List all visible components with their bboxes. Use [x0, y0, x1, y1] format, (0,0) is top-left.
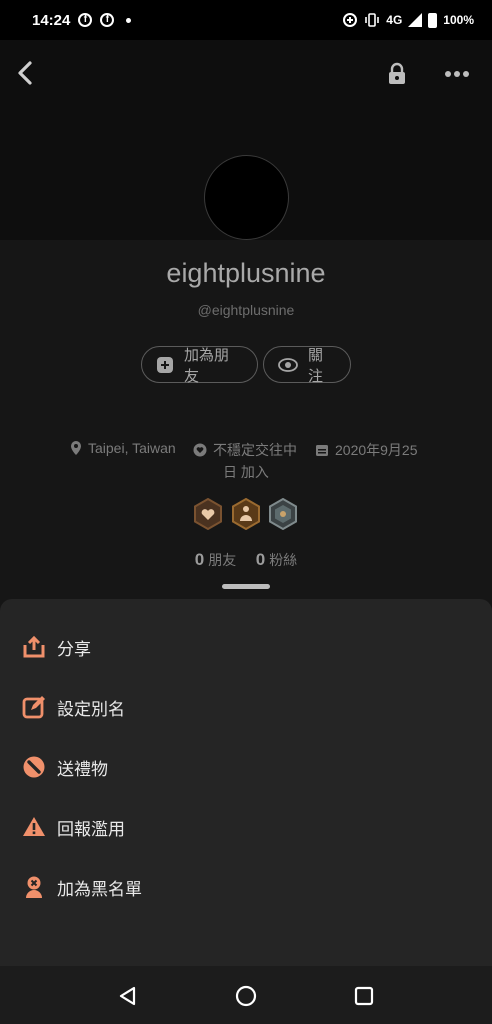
heart-status-icon [193, 443, 207, 457]
profile-section [0, 240, 492, 600]
joined-date-line1: 2020年9月25 [335, 442, 418, 458]
add-friend-label: 加為朋友 [184, 346, 230, 385]
location-pin-icon [71, 441, 81, 455]
facebook-icon: f [100, 13, 115, 27]
status-time: 14:24 [32, 11, 71, 29]
menu-label-send-gift: 送禮物 [57, 759, 108, 779]
menu-item-share[interactable]: 分享 [0, 617, 492, 677]
back-arrow-icon[interactable] [14, 60, 36, 86]
menu-item-send-gift[interactable]: 送禮物 [0, 737, 492, 797]
battery-icon [428, 12, 438, 28]
signal-icon [408, 13, 423, 27]
warning-icon [23, 817, 45, 836]
joined-info: 2020年9月25 [315, 440, 418, 460]
recents-square-icon[interactable] [352, 984, 376, 1008]
share-icon [23, 635, 45, 658]
system-navigation-bar [0, 966, 492, 1024]
friends-label[interactable]: 朋友 [208, 552, 236, 568]
menu-item-report[interactable]: 回報濫用 [0, 797, 492, 857]
location-info: Taipei, Taiwan [70, 440, 176, 456]
follow-counts: 0 朋友 0 粉絲 [0, 550, 492, 570]
menu-label-set-alias: 設定別名 [57, 699, 125, 719]
followers-count: 0 [255, 550, 266, 569]
add-friend-button[interactable]: 加為朋友 [141, 346, 258, 385]
person-badge-icon[interactable] [231, 498, 261, 530]
display-name: eightplusnine [166, 258, 326, 288]
action-bottom-sheet: 分享 設定別名 送禮物 回報濫用 加為黑名單 [0, 599, 492, 966]
network-type: 4G [386, 13, 403, 27]
eye-icon [278, 357, 298, 372]
followers-label[interactable]: 粉絲 [269, 552, 297, 568]
back-triangle-icon[interactable] [116, 984, 140, 1008]
follow-label: 關注 [308, 346, 324, 385]
facebook-icon: f [78, 13, 93, 27]
vibrate-icon [365, 13, 380, 27]
relationship-text: 不穩定交往中 [213, 442, 297, 458]
avatar[interactable] [204, 155, 289, 240]
lock-icon[interactable] [386, 62, 408, 86]
home-circle-icon[interactable] [234, 984, 258, 1008]
menu-item-set-alias[interactable]: 設定別名 [0, 677, 492, 737]
friends-count: 0 [194, 550, 205, 569]
add-user-icon [157, 356, 173, 373]
location-text: Taipei, Taiwan [88, 440, 176, 456]
menu-label-share: 分享 [57, 639, 91, 659]
menu-label-report: 回報濫用 [57, 819, 125, 839]
battery-percent: 100% [443, 13, 474, 27]
status-bar: 14:24 f f 4G 100% [0, 0, 492, 40]
joined-date-line2: 日 加入 [223, 464, 269, 480]
calendar-icon [316, 445, 328, 456]
shield-badge-icon[interactable] [268, 498, 298, 530]
sheet-drag-handle[interactable] [222, 584, 270, 589]
notification-dot-icon [126, 17, 132, 23]
relationship-info: 不穩定交往中 [193, 440, 297, 460]
more-options-icon[interactable] [445, 70, 469, 78]
follow-button[interactable]: 關注 [263, 346, 351, 385]
edit-icon [22, 696, 45, 719]
heart-badge-icon[interactable] [193, 498, 223, 530]
menu-item-block[interactable]: 加為黑名單 [0, 857, 492, 917]
menu-label-block: 加為黑名單 [57, 879, 142, 899]
block-user-icon [26, 876, 42, 898]
gift-icon [23, 756, 45, 778]
user-handle: @eightplusnine [197, 302, 295, 318]
data-saver-icon [343, 13, 358, 27]
